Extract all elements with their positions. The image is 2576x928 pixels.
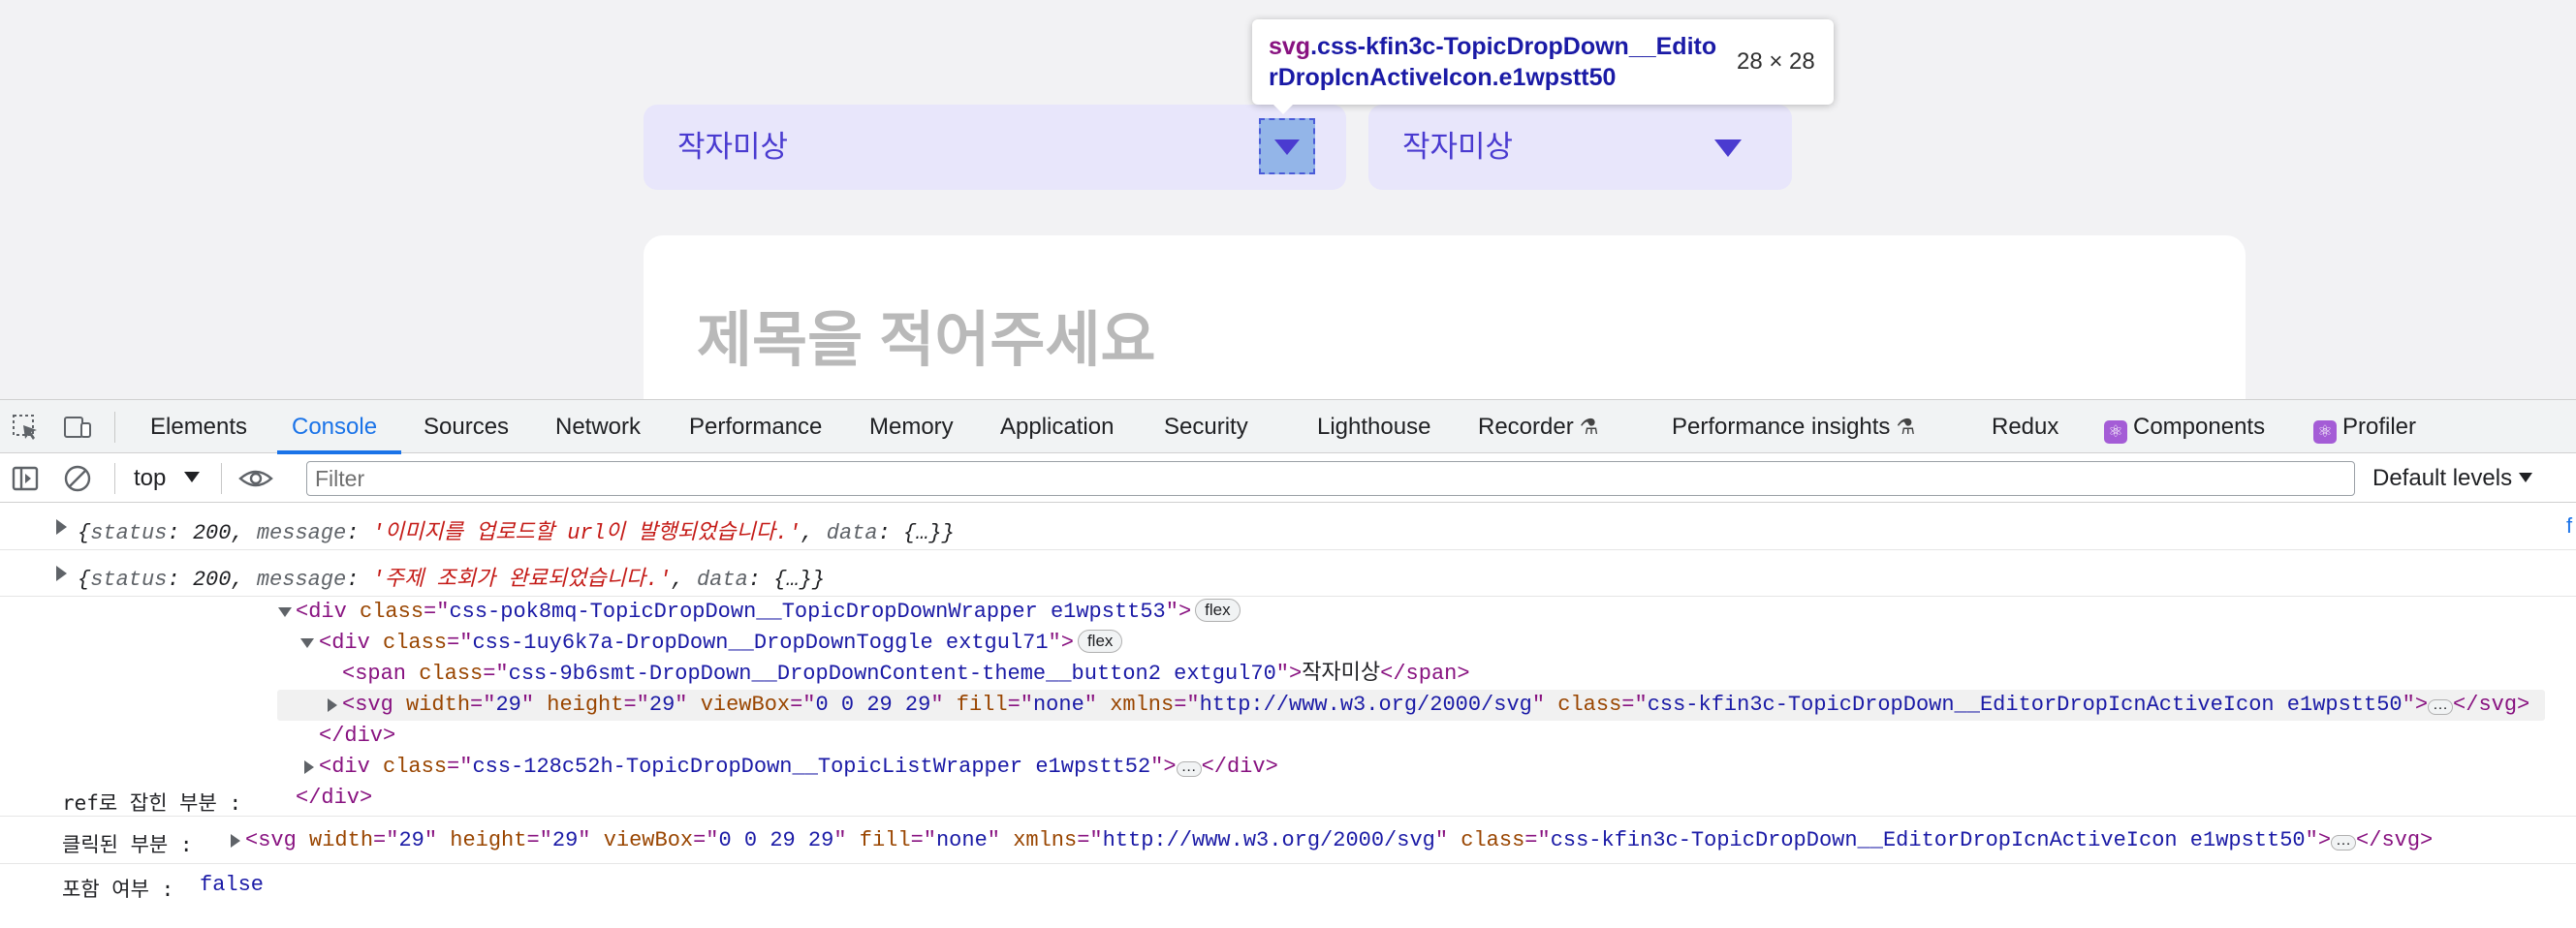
author-dropdown-2[interactable]: 작자미상 [1368,105,1792,190]
toolbar-separator [114,412,115,443]
expand-triangle-icon[interactable] [328,698,337,712]
console-log-object: {status: 200, message: '주제 조회가 완료되었습니다.'… [78,568,826,592]
inspect-tooltip: svg.css-kfin3c-TopicDropDown__EditorDrop… [1252,19,1834,114]
tab-redux[interactable]: Redux [1992,400,2058,454]
react-icon: ⚛ [2313,420,2337,444]
console-log-object: {status: 200, message: '이미지를 업로드할 url이 발… [78,521,955,545]
expand-triangle-icon[interactable] [56,519,67,535]
tab-sources[interactable]: Sources [424,400,509,454]
toolbar-separator [114,463,115,494]
tab-components[interactable]: ⚛ Components [2104,400,2265,454]
tab-recorder-label: Recorder [1478,414,1574,440]
tab-profiler-label: Profiler [2342,414,2417,440]
console-log-clicked[interactable]: 클릭된 부분 : <svg width="29" height="29" vie… [0,816,2576,864]
title-card: 제목을 적어주세요 [644,235,2246,399]
dom-node-span[interactable]: <span class="css-9b6smt-DropDown__DropDo… [342,659,1470,690]
contains-label: 포함 여부 : [62,878,174,901]
dom-node-close-wrapper: </div> [296,786,373,810]
chevron-down-icon [1712,138,1744,159]
console-log-entry[interactable]: {status: 200, message: '주제 조회가 완료되었습니다.'… [0,550,2576,597]
tab-performance-insights[interactable]: Performance insights ⚗ [1672,400,1915,454]
context-caret-icon [184,472,200,482]
inspect-element-icon[interactable] [10,412,41,443]
expand-triangle-icon[interactable] [56,566,67,581]
console-filter-input[interactable] [306,461,2355,496]
inspect-tooltip-size: 28 × 28 [1737,48,1815,75]
ellipsis-icon[interactable]: … [1176,759,1202,777]
tab-profiler[interactable]: ⚛ Profiler [2313,400,2416,454]
devtools-tabbar: Elements Console Sources Network Perform… [0,399,2576,454]
sidebar-toggle-icon[interactable] [10,463,41,494]
flex-badge[interactable]: flex [1077,630,1123,653]
dom-node-toggle[interactable]: <div class="css-1uy6k7a-DropDown__DropDo… [319,628,1123,659]
dom-node-svg[interactable]: <svg width="29" height="29" viewBox="0 0… [342,690,2529,721]
device-toolbar-icon[interactable] [62,412,93,443]
ref-label: ref로 잡힌 부분 : [62,791,242,815]
title-input-placeholder[interactable]: 제목을 적어주세요 [697,291,1156,378]
console-log-contains: 포함 여부 : false [0,864,2576,909]
experimental-flask-icon: ⚗ [1579,415,1599,439]
experimental-flask-icon: ⚗ [1896,415,1916,439]
collapse-triangle-icon[interactable] [278,607,292,617]
tab-recorder[interactable]: Recorder ⚗ [1478,400,1598,454]
tab-lighthouse[interactable]: Lighthouse [1317,400,1430,454]
flex-badge[interactable]: flex [1195,599,1241,622]
clear-console-icon[interactable] [62,463,93,494]
tab-performance[interactable]: Performance [689,400,822,454]
tab-components-label: Components [2133,414,2266,440]
tab-performance-insights-label: Performance insights [1672,414,1891,440]
devtools-panel: Elements Console Sources Network Perform… [0,399,2576,928]
dropdown-active-icon-highlight[interactable] [1259,118,1315,174]
contains-value: false [200,873,265,897]
chevron-down-icon [1274,139,1300,155]
dom-node-close-div: </div> [319,724,396,748]
dom-node-topic-list[interactable]: <div class="css-128c52h-TopicDropDown__T… [319,752,1278,783]
expand-triangle-icon[interactable] [304,760,314,774]
collapse-triangle-icon[interactable] [300,638,314,648]
tab-security[interactable]: Security [1164,400,1248,454]
tab-network[interactable]: Network [555,400,641,454]
ellipsis-icon[interactable]: … [2428,697,2454,715]
clicked-svg-node[interactable]: <svg width="29" height="29" viewBox="0 0… [245,825,2433,856]
page-viewport: 작자미상 작자미상 제목을 적어주세요 svg.css-kfin3c-Topic… [0,0,2576,399]
source-link[interactable]: f [2566,513,2572,539]
log-levels-dropdown[interactable]: Default levels [2372,454,2512,503]
toolbar-separator [221,463,222,494]
ellipsis-icon[interactable]: … [2331,833,2357,851]
tab-console[interactable]: Console [292,400,377,454]
tooltip-caret [1272,103,1295,114]
console-toolbar: top Default levels [0,454,2576,503]
tab-application[interactable]: Application [1000,400,1114,454]
inspect-tooltip-selector: svg.css-kfin3c-TopicDropDown__EditorDrop… [1269,33,1717,91]
levels-caret-icon [2519,473,2532,482]
dom-node-wrapper[interactable]: <div class="css-pok8mq-TopicDropDown__To… [296,597,1241,628]
context-selector[interactable]: top [134,454,166,503]
author-dropdown-2-label: 작자미상 [1402,130,1514,164]
author-dropdown-1[interactable]: 작자미상 [644,105,1346,190]
console-output: {status: 200, message: '이미지를 업로드할 url이 발… [0,504,2576,928]
console-log-entry[interactable]: {status: 200, message: '이미지를 업로드할 url이 발… [0,504,2576,550]
live-expression-eye-icon[interactable] [238,463,273,494]
tab-elements[interactable]: Elements [150,400,247,454]
react-icon: ⚛ [2104,420,2127,444]
author-dropdown-1-label: 작자미상 [677,130,789,164]
tab-memory[interactable]: Memory [869,400,954,454]
clicked-label: 클릭된 부분 : [62,833,193,856]
expand-triangle-icon[interactable] [231,834,240,848]
